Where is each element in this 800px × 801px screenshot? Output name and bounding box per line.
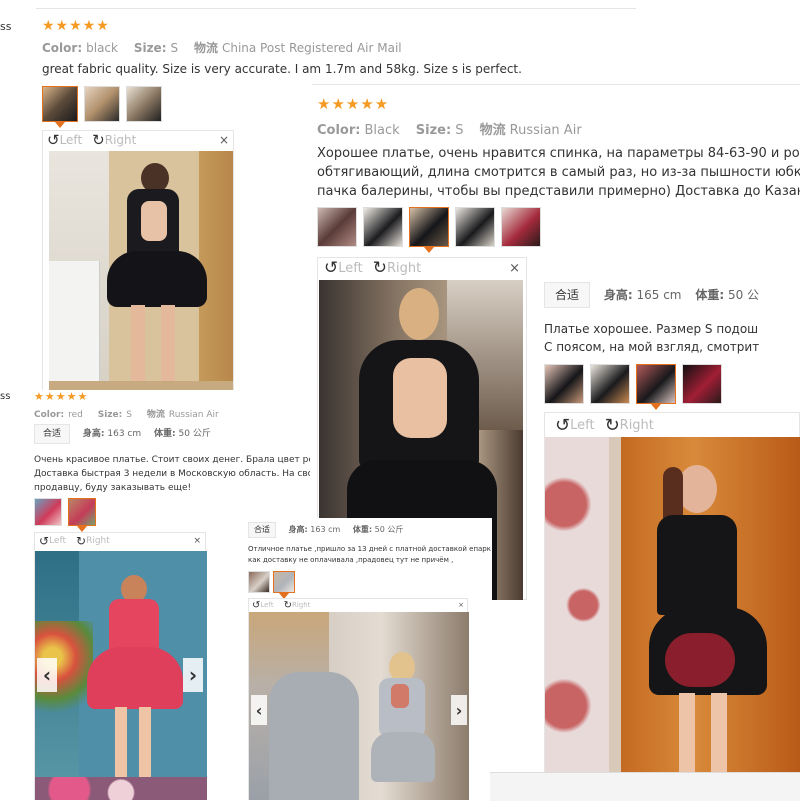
review-text: Очень красивое платье. Стоит своих денег… <box>34 455 310 493</box>
next-photo-button[interactable]: › <box>451 695 467 725</box>
review-meta: Color: black Size: S 物流 China Post Register… <box>42 41 402 55</box>
photo-thumbnails <box>544 364 722 410</box>
photo-viewer: ↺ Left ↻ Right × <box>42 130 234 395</box>
review-photo <box>249 612 469 800</box>
photo-viewer: ↺ Left ↻ Right × ‹ › <box>248 598 469 800</box>
photo-thumbnails <box>34 498 96 532</box>
chevron-left-icon: ‹ <box>255 700 263 720</box>
photo-thumbnail[interactable] <box>501 207 541 247</box>
review-meta: Color: Black Size: S 物流 Russian Air <box>317 123 582 138</box>
fit-info: 合适 身高: 163 cm 体重: 50 公斤 <box>34 424 211 444</box>
photo-thumbnail[interactable] <box>273 571 295 599</box>
photo-viewer: ↺ Left ↻ Right <box>544 412 800 772</box>
photo-thumbnail[interactable] <box>126 86 162 122</box>
fit-info: 合适 身高: 163 cm 体重: 50 公斤 <box>248 522 403 538</box>
rotate-left-button[interactable]: ↺ Left <box>252 600 274 611</box>
rotate-left-icon: ↺ <box>39 534 50 548</box>
chevron-right-icon: › <box>188 663 198 687</box>
photo-thumbnail[interactable] <box>42 86 78 128</box>
footer-strip <box>490 772 800 801</box>
close-icon[interactable]: × <box>193 536 201 546</box>
fit-chip: 合适 <box>34 424 71 444</box>
rotate-left-icon: ↺ <box>252 599 261 611</box>
fit-chip: 合适 <box>544 282 591 308</box>
edge-label: ss <box>0 391 11 402</box>
photo-thumbnail[interactable] <box>248 571 270 593</box>
chevron-right-icon: › <box>455 700 463 720</box>
rotate-left-button[interactable]: ↺ Left <box>324 258 363 278</box>
rotate-left-icon: ↺ <box>47 131 60 149</box>
review-card-4: 合适 身高: 165 cm 体重: 50 公 Платье хорошее. Р… <box>540 256 800 772</box>
photo-thumbnail[interactable] <box>682 364 722 404</box>
rotate-left-icon: ↺ <box>555 414 571 436</box>
photo-thumbnail[interactable] <box>68 498 96 532</box>
photo-thumbnails <box>42 86 162 128</box>
rotate-right-icon: ↻ <box>283 599 292 611</box>
rotate-right-button[interactable]: ↻ Right <box>284 600 311 611</box>
review-text: Платье хорошее. Размер S подош С поясом, … <box>544 322 760 354</box>
rating-stars: ★★★★★ <box>317 95 390 113</box>
rotate-right-button[interactable]: ↻ Right <box>373 258 421 278</box>
rotate-right-icon: ↻ <box>76 534 87 548</box>
edge-label: ss <box>0 20 12 33</box>
rotate-left-icon: ↺ <box>324 258 339 278</box>
next-photo-button[interactable]: › <box>183 658 203 692</box>
photo-thumbnail[interactable] <box>590 364 630 404</box>
close-icon[interactable]: × <box>458 601 464 609</box>
review-photo <box>35 551 207 800</box>
review-meta: Color: red Size: S 物流 Russian Air <box>34 410 219 420</box>
photo-thumbnails <box>317 207 541 253</box>
review-card-5: 合适 身高: 163 cm 体重: 50 公斤 Отличное платье … <box>244 518 492 800</box>
chevron-left-icon: ‹ <box>42 663 52 687</box>
rotate-left-button[interactable]: ↺ Left <box>39 534 66 548</box>
photo-thumbnail[interactable] <box>636 364 676 410</box>
photo-thumbnail[interactable] <box>544 364 584 404</box>
review-text: great fabric quality. Size is very accur… <box>42 62 522 76</box>
fit-info: 合适 身高: 165 cm 体重: 50 公 <box>544 282 759 308</box>
close-icon[interactable]: × <box>219 133 229 147</box>
photo-thumbnail[interactable] <box>34 498 62 526</box>
photo-thumbnail[interactable] <box>317 207 357 247</box>
prev-photo-button[interactable]: ‹ <box>251 695 267 725</box>
rotate-left-button[interactable]: ↺ Left <box>47 131 82 149</box>
rating-stars: ★★★★★ <box>42 18 110 34</box>
photo-thumbnail[interactable] <box>84 86 120 122</box>
rotate-left-button[interactable]: ↺ Left <box>555 415 595 436</box>
photo-thumbnail[interactable] <box>409 207 449 253</box>
photo-thumbnails <box>248 571 295 599</box>
review-text: Хорошее платье, очень нравится спинка, н… <box>317 146 800 199</box>
close-icon[interactable]: × <box>509 261 520 276</box>
review-text: Отличное платье ,пришло за 13 дней с пла… <box>248 545 491 564</box>
rotate-right-icon: ↻ <box>372 258 387 278</box>
rotate-right-button[interactable]: ↻ Right <box>605 415 654 436</box>
prev-photo-button[interactable]: ‹ <box>37 658 57 692</box>
fit-chip: 合适 <box>248 522 276 538</box>
photo-viewer: ↺ Left ↻ Right × ‹ › <box>34 532 207 800</box>
rotate-right-icon: ↻ <box>604 414 620 436</box>
rating-stars: ★★★★★ <box>34 390 89 403</box>
photo-thumbnail[interactable] <box>455 207 495 247</box>
photo-thumbnail[interactable] <box>363 207 403 247</box>
review-photo <box>545 437 800 772</box>
rotate-right-button[interactable]: ↻ Right <box>76 534 110 548</box>
rotate-right-icon: ↻ <box>92 131 105 149</box>
rotate-right-button[interactable]: ↻ Right <box>92 131 136 149</box>
review-photo <box>49 151 233 395</box>
